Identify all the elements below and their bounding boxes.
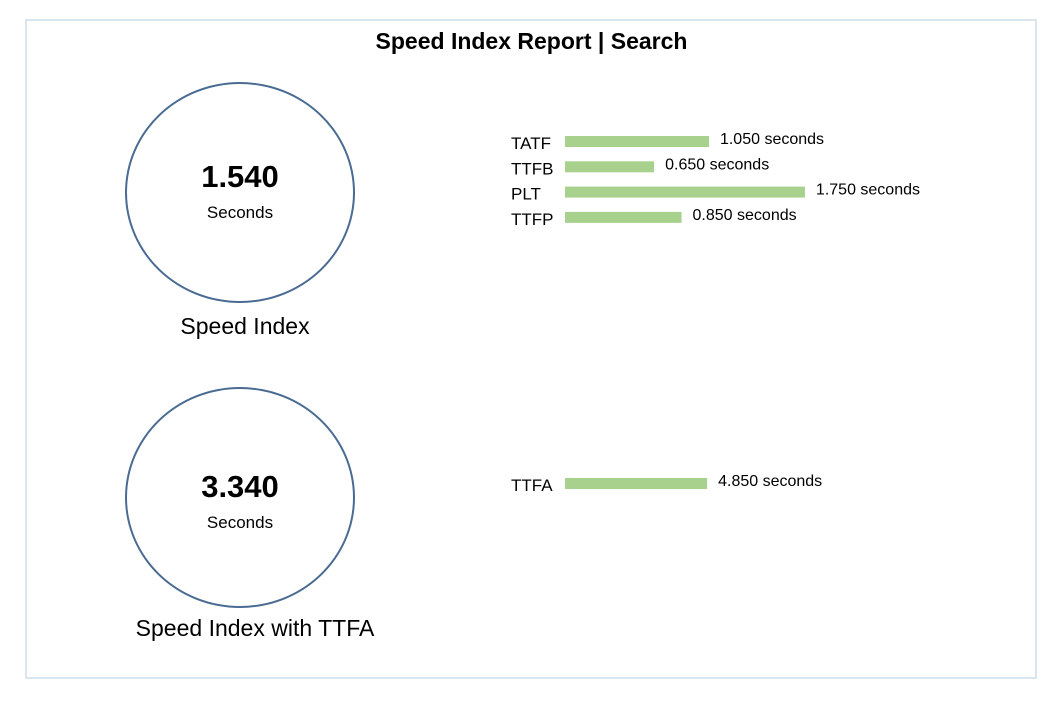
category-label-ttfa: TTFA	[511, 476, 553, 495]
category-label-ttfp: TTFP	[511, 210, 554, 229]
category-label-plt: PLT	[511, 185, 541, 204]
category-label-ttfb: TTFB	[511, 159, 554, 178]
bar-plt	[565, 186, 805, 198]
bar-ttfa	[565, 478, 708, 489]
data-label-ttfa: 4.850 seconds	[718, 473, 822, 490]
category-label-tatf: TATF	[511, 134, 551, 153]
bar-charts: TATF 1.050 seconds TTFB 0.650 seconds PLT 1.7…	[511, 131, 920, 495]
data-label-ttfb: 0.650 seconds	[665, 156, 769, 173]
bar-tatf	[565, 136, 709, 147]
data-label-tatf: 1.050 seconds	[720, 131, 824, 148]
bar-ttfp	[565, 211, 682, 223]
data-label-plt: 1.750 seconds	[816, 182, 920, 199]
bar-ttfb	[565, 161, 655, 173]
data-label-ttfp: 0.850 seconds	[693, 207, 797, 224]
